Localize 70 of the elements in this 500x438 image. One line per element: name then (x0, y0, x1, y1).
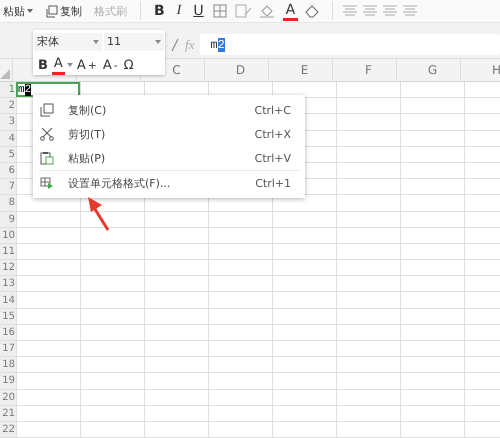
menu-item[interactable]: 设置单元格格式(F)... Ctrl+1 (33, 171, 305, 195)
size-select[interactable]: 11 (104, 32, 164, 50)
bold-button[interactable]: B (36, 55, 50, 75)
caret-icon (93, 40, 99, 44)
function-label[interactable]: fx (185, 36, 194, 52)
menu-label: 设置单元格格式(F)... (68, 176, 172, 190)
font-select[interactable]: 宋体 (34, 32, 102, 50)
row-header[interactable]: 10 (0, 228, 16, 243)
align-icon[interactable] (383, 5, 398, 17)
menu-item[interactable]: 粘贴(P) Ctrl+V (33, 146, 305, 170)
shortcut-label: Ctrl+X (254, 128, 291, 140)
bold-button[interactable]: B (151, 1, 168, 21)
scissors-icon (40, 127, 54, 141)
symbol-button[interactable]: Ω (122, 55, 136, 75)
row-header[interactable]: 14 (0, 292, 16, 308)
row-header[interactable]: 18 (0, 357, 16, 372)
shortcut-label: Ctrl+V (254, 152, 291, 164)
row-header[interactable]: 2 (0, 98, 16, 114)
shortcut-label: Ctrl+1 (255, 176, 291, 190)
copy-icon (40, 103, 54, 117)
select-all-icon[interactable] (0, 69, 10, 79)
caret-icon[interactable] (66, 63, 73, 67)
row-header[interactable]: 1 (0, 82, 16, 98)
align-icon[interactable] (363, 5, 378, 17)
row-header[interactable]: 8 (0, 195, 16, 210)
row-header[interactable]: 4 (0, 130, 16, 146)
underline-button[interactable]: U (190, 1, 207, 21)
cancel-icon[interactable] (171, 38, 179, 52)
shortcut-label: Ctrl+C (254, 104, 291, 116)
column-header[interactable]: G (428, 63, 438, 77)
font-color-button[interactable]: A (52, 55, 65, 75)
menu-label: 复制(C) (68, 102, 108, 118)
merge-icon[interactable] (234, 4, 253, 18)
align-icon[interactable] (343, 5, 358, 17)
row-header[interactable]: 21 (0, 406, 16, 421)
row-header[interactable]: 12 (0, 260, 16, 276)
align-icon[interactable] (403, 5, 418, 17)
fill-bucket-icon[interactable] (258, 4, 277, 18)
row-header[interactable]: 9 (0, 212, 16, 227)
column-header[interactable]: H (492, 63, 500, 77)
caret-icon (155, 40, 161, 44)
menu-item[interactable]: 复制(C) Ctrl+C (33, 98, 305, 122)
column-header[interactable]: D (236, 63, 246, 77)
row-header[interactable]: 5 (0, 146, 16, 162)
clipboard-icon (40, 151, 54, 165)
format-cells-icon (40, 176, 54, 190)
paste-button[interactable]: 粘贴 (0, 1, 36, 21)
row-header[interactable]: 20 (0, 390, 16, 405)
row-header[interactable]: 7 (0, 179, 16, 194)
menu-label: 剪切(T) (68, 126, 106, 142)
row-header[interactable]: 16 (0, 324, 16, 340)
row-header[interactable]: 19 (0, 373, 16, 389)
copy-button[interactable]: 复制 (42, 1, 85, 21)
row-header[interactable]: 17 (0, 341, 16, 356)
column-header[interactable]: F (365, 63, 372, 77)
column-header[interactable]: E (300, 63, 308, 77)
italic-button[interactable]: I (174, 1, 184, 21)
copy-icon (45, 4, 58, 18)
row-header[interactable]: 11 (0, 244, 16, 260)
menu-label: 粘贴(P) (68, 150, 106, 166)
row-header[interactable]: 13 (0, 276, 16, 292)
menu-item[interactable]: 剪切(T) Ctrl+X (33, 122, 305, 146)
row-header[interactable]: 22 (0, 422, 16, 438)
row-header[interactable]: 15 (0, 308, 16, 324)
caret-icon (27, 9, 33, 13)
row-header[interactable]: 6 (0, 162, 16, 178)
formula-input[interactable]: m2 (200, 34, 500, 55)
row-header[interactable]: 3 (0, 114, 16, 130)
border-icon[interactable] (212, 4, 229, 18)
column-header[interactable]: C (172, 63, 181, 77)
